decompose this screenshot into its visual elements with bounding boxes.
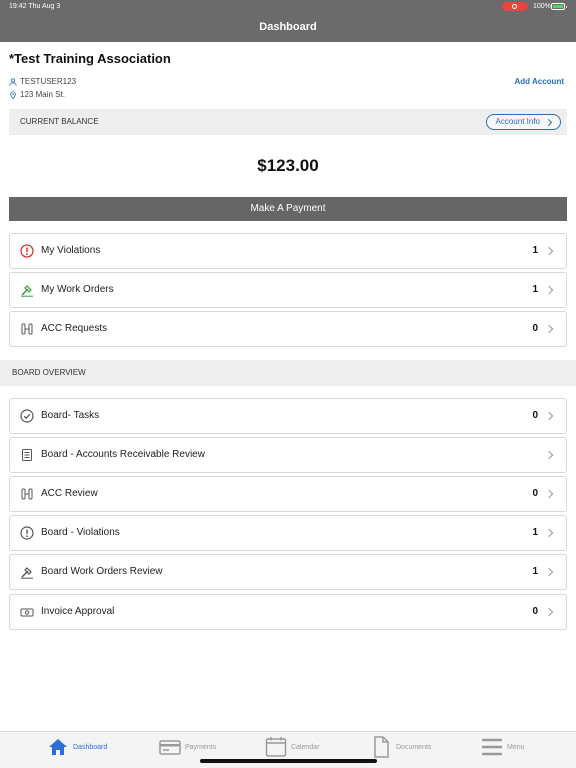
status-bar: 19:42 Thu Aug 3 100%	[0, 0, 576, 13]
architecture-icon	[21, 488, 33, 500]
board-tasks-row[interactable]: Board- Tasks 0	[9, 398, 567, 434]
row-count: 1	[532, 566, 538, 577]
address: 123 Main St.	[20, 90, 65, 99]
ledger-icon	[22, 449, 32, 461]
tab-menu[interactable]: Menu	[481, 735, 525, 759]
invoice-approval-row[interactable]: Invoice Approval 0	[9, 594, 567, 630]
username: TESTUSER123	[20, 77, 77, 86]
chevron-right-icon	[544, 567, 554, 577]
home-icon	[49, 739, 67, 755]
association-name: *Test Training Association	[9, 51, 171, 66]
chevron-right-icon	[544, 324, 554, 334]
location-pin-icon	[10, 90, 16, 99]
acc-requests-row[interactable]: ACC Requests 0	[9, 311, 567, 347]
board-overview-header: BOARD OVERVIEW	[0, 360, 576, 386]
screen-record-icon	[502, 2, 528, 11]
row-count: 0	[532, 488, 538, 499]
address-row: 123 Main St.	[9, 90, 65, 99]
menu-icon	[482, 738, 502, 756]
tab-label: Menu	[507, 743, 525, 751]
account-info-button[interactable]: Account Info	[485, 114, 561, 130]
row-label: ACC Requests	[41, 323, 108, 334]
tab-payments[interactable]: Payments	[159, 735, 216, 759]
my-violations-row[interactable]: My Violations 1	[9, 233, 567, 269]
add-account-link[interactable]: Add Account	[515, 77, 564, 86]
row-label: ACC Review	[41, 488, 98, 499]
app-screen: 19:42 Thu Aug 3 100% Dashboard *Test Tra…	[0, 0, 576, 768]
home-indicator[interactable]	[200, 759, 377, 763]
row-label: Board - Violations	[41, 527, 120, 538]
hammer-icon	[21, 285, 33, 297]
tab-label: Payments	[185, 743, 217, 751]
board-overview-title: BOARD OVERVIEW	[12, 368, 86, 377]
row-label: My Work Orders	[41, 284, 114, 295]
tab-calendar[interactable]: Calendar	[265, 735, 319, 759]
chevron-right-icon	[544, 607, 554, 617]
check-circle-icon	[20, 409, 34, 423]
alert-circle-icon	[20, 244, 34, 258]
calendar-icon	[265, 737, 287, 757]
tab-documents[interactable]: Documents	[370, 735, 431, 759]
chevron-right-icon	[544, 528, 554, 538]
board-violations-row[interactable]: Board - Violations 1	[9, 515, 567, 551]
chevron-right-icon	[544, 489, 554, 499]
acc-review-row[interactable]: ACC Review 0	[9, 476, 567, 512]
row-label: Board Work Orders Review	[41, 566, 163, 577]
chevron-right-icon	[544, 285, 554, 295]
board-work-orders-row[interactable]: Board Work Orders Review 1	[9, 554, 567, 590]
row-label: My Violations	[41, 245, 101, 256]
nav-bar-title: Dashboard	[0, 13, 576, 42]
row-count: 0	[532, 323, 538, 334]
battery-icon	[551, 3, 567, 10]
row-count: 1	[532, 527, 538, 538]
row-count: 1	[532, 245, 538, 256]
architecture-icon	[21, 323, 33, 335]
row-label: Board - Accounts Receivable Review	[41, 449, 205, 460]
user-icon	[9, 77, 17, 86]
tab-label: Calendar	[291, 743, 320, 751]
row-count: 1	[532, 284, 538, 295]
status-time: 19:42 Thu Aug 3	[9, 3, 61, 10]
current-balance-bar: CURRENT BALANCE Account Info	[9, 109, 567, 135]
row-label: Board- Tasks	[41, 410, 100, 421]
my-work-orders-row[interactable]: My Work Orders 1	[9, 272, 567, 308]
user-row: TESTUSER123	[9, 77, 76, 86]
balance-amount: $123.00	[257, 156, 319, 175]
chevron-right-icon	[544, 246, 554, 256]
board-ar-review-row[interactable]: Board - Accounts Receivable Review	[9, 437, 567, 473]
row-count: 0	[532, 410, 538, 421]
alert-circle-icon	[20, 526, 34, 540]
hammer-icon	[21, 567, 33, 579]
row-label: Invoice Approval	[41, 606, 115, 617]
chevron-right-icon	[544, 411, 554, 421]
current-balance-label: CURRENT BALANCE	[20, 117, 99, 126]
document-icon	[374, 736, 389, 758]
tab-dashboard[interactable]: Dashboard	[47, 735, 107, 759]
battery-percent: 100%	[533, 3, 551, 10]
make-payment-button[interactable]: Make A Payment	[9, 197, 567, 221]
tab-label: Documents	[396, 743, 432, 751]
row-count: 0	[532, 606, 538, 617]
chevron-right-icon	[544, 450, 554, 460]
tab-label: Dashboard	[73, 743, 108, 751]
money-icon	[20, 608, 34, 617]
credit-card-icon	[159, 740, 181, 755]
